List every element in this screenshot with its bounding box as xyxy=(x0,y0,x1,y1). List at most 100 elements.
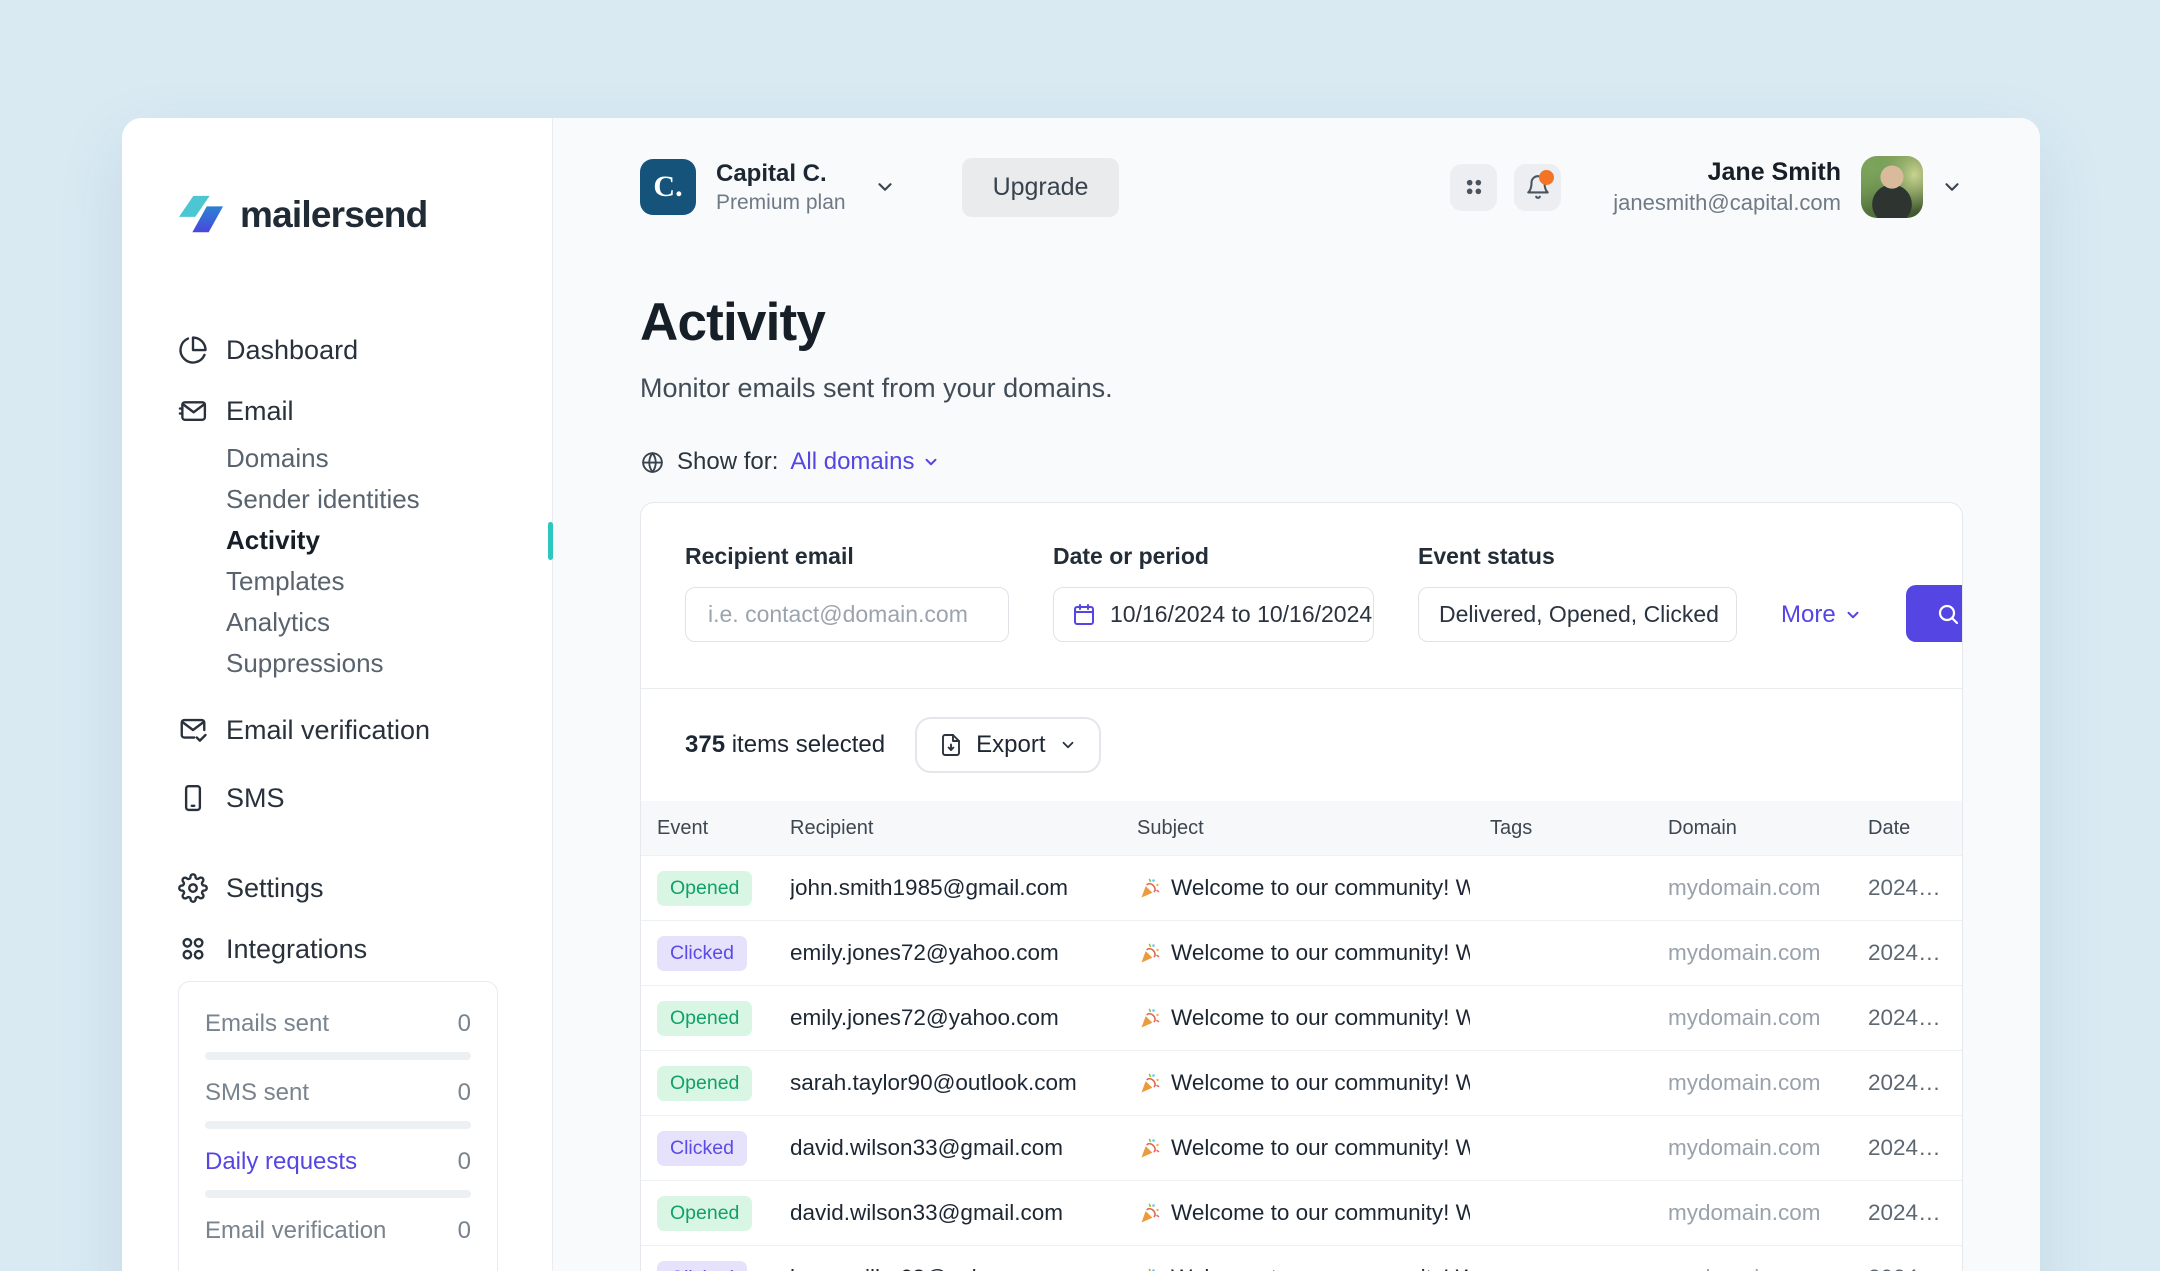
cell-subject: Welcome to our community! We'... xyxy=(1137,1265,1470,1271)
cell-subject: Welcome to our community! We'... xyxy=(1137,1135,1470,1161)
table-row[interactable]: Opened sarah.taylor90@outlook.com Welcome … xyxy=(641,1050,1962,1115)
party-popper-icon xyxy=(1137,1136,1161,1160)
sidebar-item-email[interactable]: Email xyxy=(178,391,512,431)
sidebar-item-integrations[interactable]: Integrations xyxy=(178,929,512,969)
sidebar-item-dashboard[interactable]: Dashboard xyxy=(178,330,512,370)
upgrade-button[interactable]: Upgrade xyxy=(961,157,1120,217)
account-texts: Capital C. Premium plan xyxy=(716,160,846,215)
integrations-icon xyxy=(178,934,208,964)
table-row[interactable]: Opened emily.jones72@yahoo.com Welcome to … xyxy=(641,985,1962,1050)
app-window: mailersend Dashboard Email Domains Sender i… xyxy=(122,118,2040,1271)
sidebar-item-label: Analytics xyxy=(226,607,331,637)
brand-logo[interactable]: mailersend xyxy=(178,192,552,238)
user-name: Jane Smith xyxy=(1707,158,1841,186)
account-switcher[interactable]: C. Capital C. Premium plan xyxy=(640,159,896,215)
sidebar-item-sms[interactable]: SMS xyxy=(178,778,512,818)
cell-recipient: david.wilson33@gmail.com xyxy=(790,1200,1063,1225)
selection-label: items selected xyxy=(731,731,886,758)
party-popper-icon xyxy=(1137,941,1161,965)
subject-text: Welcome to our community! We'... xyxy=(1171,1135,1470,1160)
sidebar-nav: Dashboard Email Domains Sender identities Ac… xyxy=(178,330,553,969)
sidebar-subnav: Domains Sender identities Activity Template… xyxy=(178,438,553,684)
cell-recipient: john.smith1985@gmail.com xyxy=(790,875,1068,900)
cell-subject: Welcome to our community! We'... xyxy=(1137,1005,1470,1031)
account-avatar: C. xyxy=(640,159,696,215)
sidebar-item-sender-identities[interactable]: Sender identities xyxy=(226,479,512,520)
more-filters-button[interactable]: More xyxy=(1781,601,1862,642)
cell-recipient: laura.miller68@yahoo.com xyxy=(790,1265,1117,1271)
account-name: Capital C. xyxy=(716,159,827,187)
show-for-row: Show for: All domains xyxy=(640,448,1963,476)
sidebar-item-domains[interactable]: Domains xyxy=(226,438,512,479)
domain-filter-value: All domains xyxy=(790,448,915,475)
sidebar-item-settings[interactable]: Settings xyxy=(178,868,512,908)
cell-date: 2024-10-17 21:45:09 xyxy=(1868,1200,1946,1225)
usage-label: Emails sent xyxy=(205,1010,330,1037)
date-period-input[interactable]: 10/16/2024 to 10/16/2024 xyxy=(1053,587,1374,642)
usage-label: SMS sent xyxy=(205,1079,310,1106)
table-row[interactable]: Clicked emily.jones72@yahoo.com Welcome to… xyxy=(641,920,1962,985)
subject-text: Welcome to our community! We'... xyxy=(1171,1200,1470,1225)
sidebar-item-label: SMS xyxy=(226,782,285,813)
cell-domain: mydomain.com xyxy=(1668,1005,1821,1030)
page-title: Activity xyxy=(640,293,826,352)
table-row[interactable]: Clicked laura.miller68@yahoo.com Welcome t… xyxy=(641,1245,1962,1271)
usage-value: 0 xyxy=(457,1010,471,1037)
table-header: Event Recipient Subject Tags Domain Date xyxy=(641,801,1962,855)
export-label: Export xyxy=(976,731,1046,758)
apps-grid-button[interactable] xyxy=(1450,163,1498,211)
active-indicator xyxy=(548,522,553,560)
dashboard-icon xyxy=(178,335,208,365)
cell-date: 2024-10-17 20:49:10 xyxy=(1868,1265,1946,1271)
search-icon xyxy=(1938,604,1958,624)
event-status-label: Event status xyxy=(1418,543,1555,569)
usage-value: 0 xyxy=(457,1217,471,1244)
search-button[interactable]: Search xyxy=(1905,585,1962,642)
user-menu[interactable]: Jane Smith janesmith@capital.com xyxy=(1613,156,1963,218)
export-button[interactable]: Export xyxy=(915,717,1101,773)
sidebar-item-label: Dashboard xyxy=(226,334,359,365)
cell-event: Opened xyxy=(657,870,770,906)
table-row[interactable]: Clicked david.wilson33@gmail.com Welcome t… xyxy=(641,1115,1962,1180)
subject-text: Welcome to our community! We'... xyxy=(1171,940,1470,965)
cell-date: 2024-10-17 21:46:21 xyxy=(1868,1070,1946,1095)
mailersend-logo-icon xyxy=(178,195,224,233)
sidebar-item-templates[interactable]: Templates xyxy=(226,561,512,602)
globe-icon xyxy=(642,451,663,473)
sidebar-item-suppressions[interactable]: Suppressions xyxy=(226,643,512,684)
recipient-email-input[interactable] xyxy=(685,587,1009,642)
column-header-tags: Tags xyxy=(1490,816,1533,839)
date-period-label: Date or period xyxy=(1053,543,1209,569)
event-status-badge: Opened xyxy=(657,1000,753,1036)
event-status-badge: Opened xyxy=(657,870,753,906)
main-panel: C. Capital C. Premium plan Upgrade Jane … xyxy=(553,118,2040,1271)
sidebar-item-activity[interactable]: Activity xyxy=(226,520,553,561)
sidebar: mailersend Dashboard Email Domains Sender i… xyxy=(122,118,553,1271)
cell-domain: mydomain.com xyxy=(1668,940,1821,965)
date-period-value: 10/16/2024 to 10/16/2024 xyxy=(1110,601,1373,627)
column-header-event: Event xyxy=(657,816,709,839)
cell-recipient: sarah.taylor90@outlook.com xyxy=(790,1070,1077,1095)
recipient-email-label: Recipient email xyxy=(685,543,854,569)
usage-row-daily-requests[interactable]: Daily requests 0 xyxy=(205,1148,471,1176)
recipient-email-field-group: Recipient email xyxy=(685,543,1009,642)
top-header: C. Capital C. Premium plan Upgrade Jane … xyxy=(640,156,1963,218)
chevron-down-icon xyxy=(1062,741,1073,749)
sidebar-item-email-verification[interactable]: Email verification xyxy=(178,710,512,750)
usage-row-sms-sent: SMS sent 0 xyxy=(205,1079,471,1107)
event-status-field-group: Event status Delivered, Opened, Clicked xyxy=(1418,543,1737,642)
sidebar-item-label: Sender identities xyxy=(226,484,420,514)
domain-filter-dropdown[interactable]: All domains xyxy=(790,448,940,476)
sidebar-item-analytics[interactable]: Analytics xyxy=(226,602,512,643)
column-header-domain: Domain xyxy=(1668,816,1737,839)
more-filters-label: More xyxy=(1781,601,1836,628)
sms-icon xyxy=(178,783,208,813)
cell-date: 2024-10-17 22:40:37 xyxy=(1868,875,1946,900)
notifications-button[interactable] xyxy=(1514,163,1562,211)
selection-count: 375 xyxy=(685,731,726,758)
cell-event: Opened xyxy=(657,1000,770,1036)
event-status-select[interactable]: Delivered, Opened, Clicked xyxy=(1418,587,1737,642)
table-row[interactable]: Opened david.wilson33@gmail.com Welcome to… xyxy=(641,1180,1962,1245)
table-row[interactable]: Opened john.smith1985@gmail.com Welcome to… xyxy=(641,855,1962,920)
sidebar-item-label: Domains xyxy=(226,443,329,473)
